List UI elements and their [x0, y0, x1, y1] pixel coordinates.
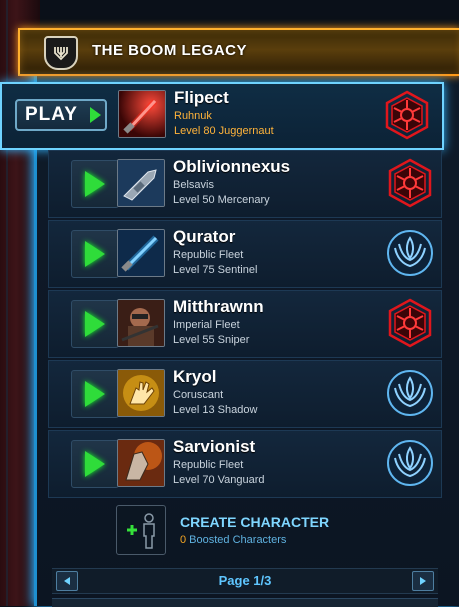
character-row-oblivionnexus[interactable]: Oblivionnexus Belsavis Level 50 Mercenar… — [48, 150, 442, 218]
row-play-button[interactable] — [71, 160, 119, 208]
row-play-button[interactable] — [71, 300, 119, 348]
character-location: Imperial Fleet — [173, 319, 240, 331]
character-level: Level 50 Mercenary — [173, 194, 270, 206]
legacy-emblem-icon — [44, 36, 78, 70]
boosted-label: Boosted Characters — [186, 534, 287, 546]
character-name: Sarvionist — [173, 437, 256, 456]
character-level: Level 80 Juggernaut — [174, 125, 274, 137]
chevron-right-icon — [420, 577, 426, 585]
boosted-characters-text: 0 Boosted Characters — [180, 534, 286, 546]
play-arrow-icon — [85, 311, 105, 337]
create-character-button[interactable] — [116, 505, 166, 555]
play-button-label: PLAY — [25, 104, 78, 125]
character-name: Kryol — [173, 367, 217, 386]
character-level: Level 55 Sniper — [173, 334, 250, 346]
character-location: Coruscant — [173, 389, 224, 401]
play-arrow-icon — [85, 171, 105, 197]
character-row-kryol[interactable]: Kryol Coruscant Level 13 Shadow — [48, 360, 442, 428]
character-row-flipect[interactable]: PLAY Flipect Ruhnuk Level 80 Juggernaut — [0, 82, 444, 150]
play-arrow-icon — [85, 381, 105, 407]
row-play-button[interactable] — [71, 230, 119, 278]
sniper-icon — [117, 299, 165, 347]
character-location: Belsavis — [173, 179, 214, 191]
character-location: Republic Fleet — [173, 459, 244, 471]
pagination-bar: Page 1/3 — [52, 568, 438, 594]
next-page-button[interactable] — [412, 571, 434, 591]
play-arrow-icon — [89, 107, 101, 123]
sith-empire-icon — [385, 158, 435, 208]
character-name: Oblivionnexus — [173, 157, 291, 176]
republic-icon — [385, 228, 435, 278]
character-location: Ruhnuk — [174, 110, 212, 122]
character-row-qurator[interactable]: Qurator Republic Fleet Level 75 Sentinel — [48, 220, 442, 288]
character-row-mitthrawnn[interactable]: Mitthrawnn Imperial Fleet Level 55 Snipe… — [48, 290, 442, 358]
row-play-button[interactable] — [71, 440, 119, 488]
vanguard-icon — [117, 439, 165, 487]
character-level: Level 75 Sentinel — [173, 264, 258, 276]
create-character-label[interactable]: CREATE CHARACTER — [180, 514, 329, 530]
sith-empire-icon — [385, 298, 435, 348]
character-row-sarvionist[interactable]: Sarvionist Republic Fleet Level 70 Vangu… — [48, 430, 442, 498]
character-level: Level 13 Shadow — [173, 404, 258, 416]
row-play-button[interactable] — [71, 370, 119, 418]
page-indicator: Page 1/3 — [218, 573, 272, 588]
republic-icon — [385, 368, 435, 418]
play-arrow-icon — [85, 451, 105, 477]
add-character-icon — [127, 513, 155, 549]
blue-lightsaber-icon — [117, 229, 165, 277]
republic-icon — [385, 438, 435, 488]
character-location: Republic Fleet — [173, 249, 244, 261]
play-arrow-icon — [85, 241, 105, 267]
character-name: Flipect — [174, 88, 229, 107]
blaster-icon — [117, 159, 165, 207]
character-name: Mitthrawnn — [173, 297, 264, 316]
character-level: Level 70 Vanguard — [173, 474, 265, 486]
play-button[interactable]: PLAY — [15, 99, 107, 131]
character-name: Qurator — [173, 227, 236, 246]
sith-empire-icon — [382, 90, 432, 140]
legacy-header: THE BOOM LEGACY — [18, 28, 459, 76]
legacy-title: THE BOOM LEGACY — [92, 42, 248, 59]
force-hand-icon — [117, 369, 165, 417]
red-lightsaber-icon — [118, 90, 166, 138]
